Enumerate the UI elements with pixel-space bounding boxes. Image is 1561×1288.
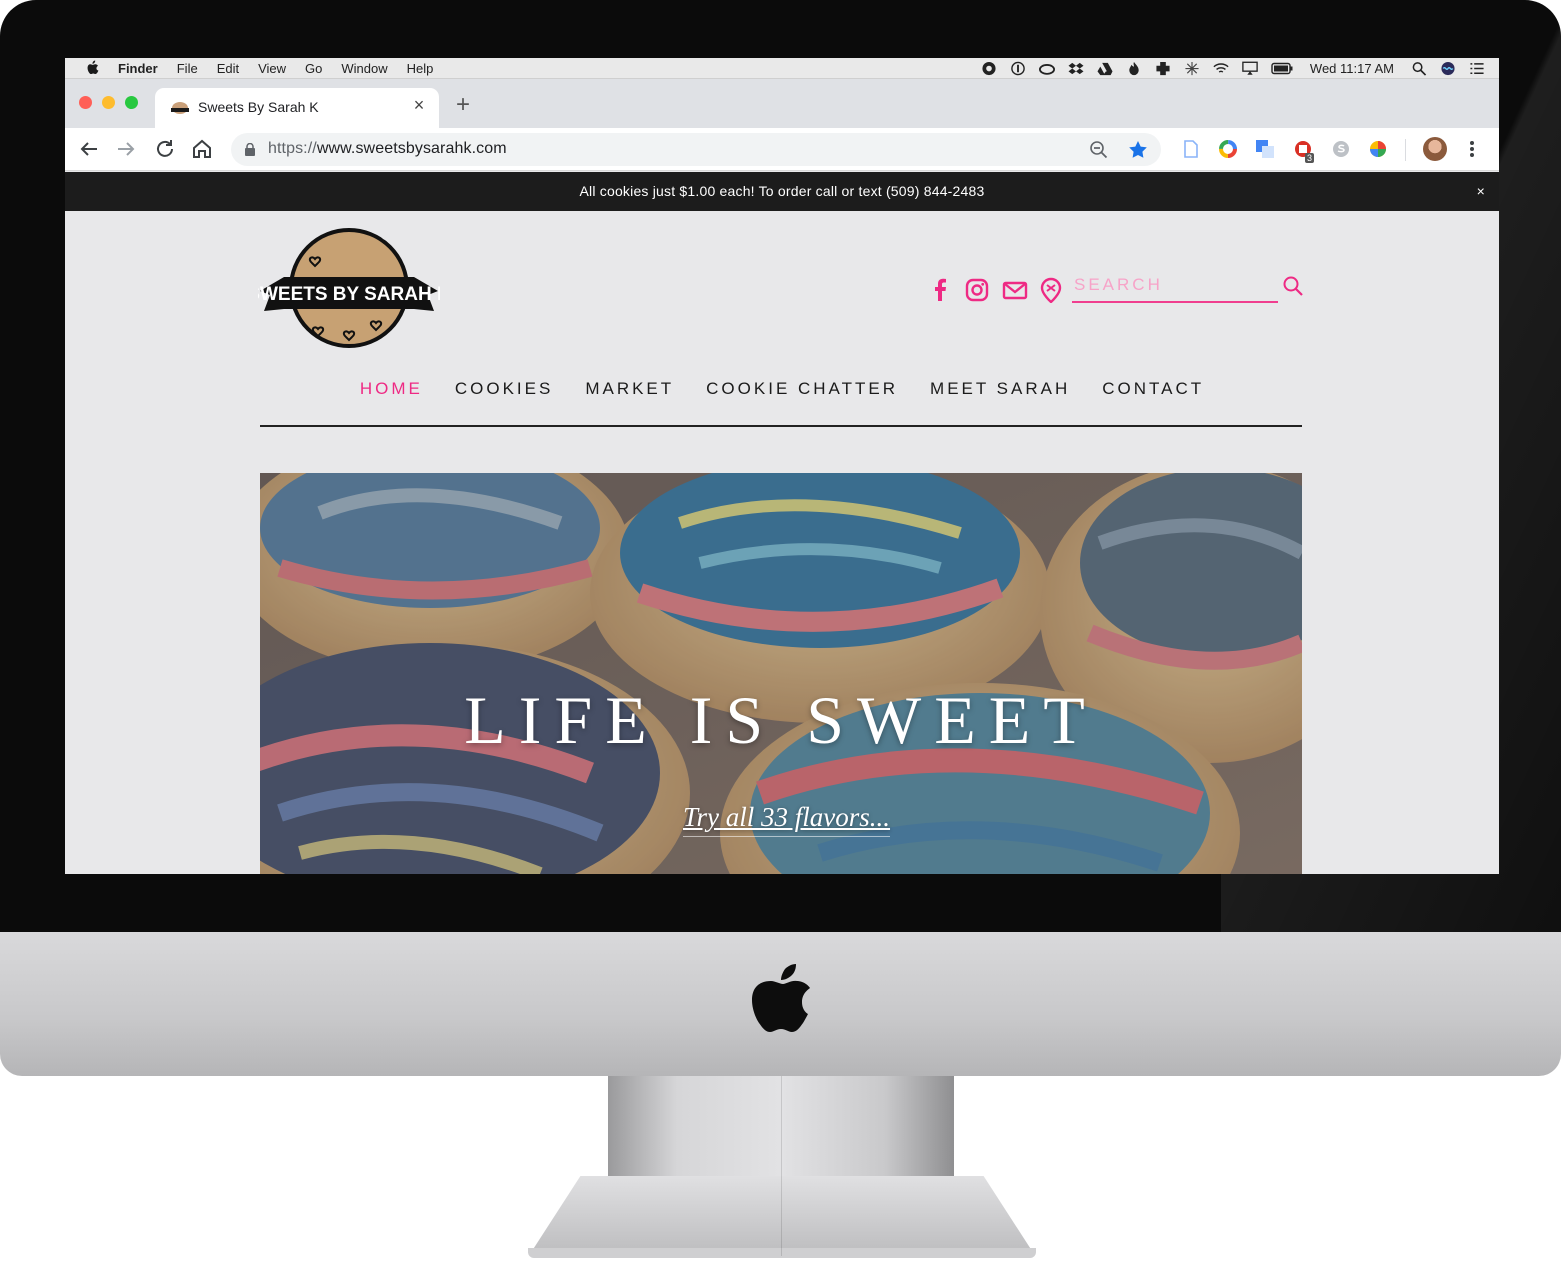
tab-title: Sweets By Sarah K [198, 99, 319, 115]
translate-extension-icon[interactable] [1255, 139, 1275, 159]
hero-title: LIFE IS SWEET [464, 682, 1098, 758]
browser-toolbar: https://www.sweetsbysarahk.com 3 [65, 128, 1499, 171]
wifi-icon[interactable] [1213, 61, 1229, 76]
logo-text: SWEETS BY SARAH K [258, 284, 440, 305]
battery-icon[interactable] [1271, 61, 1293, 76]
main-navigation: HOME COOKIES MARKET COOKIE CHATTER MEET … [65, 379, 1499, 403]
siri-icon[interactable] [1440, 61, 1456, 76]
mail-icon[interactable] [1002, 277, 1028, 303]
imac-stand-base [530, 1176, 1034, 1254]
cookie-favicon-icon [171, 102, 189, 114]
location-icon[interactable] [1038, 277, 1064, 303]
announcement-text: All cookies just $1.00 each! To order ca… [579, 183, 985, 199]
nav-cookie-chatter[interactable]: COOKIE CHATTER [706, 379, 898, 403]
facebook-icon[interactable] [927, 277, 953, 303]
url-host: www.sweetsbysarahk.com [316, 140, 507, 157]
star-icon[interactable] [1128, 140, 1148, 160]
window-close-button[interactable] [79, 96, 92, 109]
airplay-icon[interactable] [1242, 61, 1258, 76]
apple-logo-icon [752, 964, 810, 1032]
zoom-icon[interactable] [1089, 140, 1109, 160]
color-wheel-extension-icon[interactable] [1218, 139, 1238, 159]
new-tab-button[interactable]: + [451, 91, 475, 119]
instagram-icon[interactable] [964, 277, 990, 303]
reload-icon[interactable] [153, 137, 177, 161]
imac-stand-seam [781, 1076, 782, 1256]
menu-go[interactable]: Go [305, 61, 322, 76]
website: SWEETS BY SARAH K HOME COOKIES MARKET CO… [65, 211, 1499, 874]
skype-extension-icon[interactable] [1331, 139, 1351, 159]
nav-home[interactable]: HOME [360, 379, 423, 403]
menu-kebab-icon[interactable] [1464, 137, 1480, 161]
creative-cloud-icon[interactable] [1038, 61, 1055, 76]
imac-stand-foot [528, 1248, 1036, 1258]
url-text[interactable]: https://www.sweetsbysarahk.com [268, 140, 507, 158]
extension-badge: 3 [1305, 153, 1315, 163]
forward-arrow-icon[interactable] [114, 137, 138, 161]
nav-contact[interactable]: CONTACT [1102, 379, 1204, 403]
announcement-close-button[interactable]: × [1477, 172, 1485, 211]
back-arrow-icon[interactable] [77, 137, 101, 161]
hero-banner: LIFE IS SWEET Try all 33 flavors... [260, 473, 1302, 874]
address-bar[interactable]: https://www.sweetsbysarahk.com [231, 133, 1161, 166]
menu-bar-clock[interactable]: Wed 11:17 AM [1310, 61, 1394, 76]
tab-sweets-by-sarah-k[interactable]: Sweets By Sarah K × [155, 88, 439, 128]
menu-view[interactable]: View [258, 61, 286, 76]
menu-edit[interactable]: Edit [217, 61, 239, 76]
mac-menu-bar: Finder File Edit View Go Window Help Wed… [65, 58, 1499, 79]
nav-divider [260, 425, 1302, 427]
toolbar-divider [1405, 139, 1406, 161]
menu-file[interactable]: File [177, 61, 198, 76]
nav-market[interactable]: MARKET [585, 379, 674, 403]
screen: Finder File Edit View Go Window Help Wed… [65, 58, 1499, 874]
nav-cookies[interactable]: COOKIES [455, 379, 553, 403]
nav-meet-sarah[interactable]: MEET SARAH [930, 379, 1070, 403]
google-drive-icon[interactable] [1097, 61, 1113, 76]
color-picker-extension-icon[interactable] [1368, 139, 1388, 159]
imac-frame: Finder File Edit View Go Window Help Wed… [0, 0, 1561, 1288]
plus-tray-icon[interactable] [1155, 61, 1171, 76]
spotlight-search-icon[interactable] [1411, 61, 1427, 76]
docs-extension-icon[interactable] [1181, 139, 1201, 159]
home-icon[interactable] [190, 137, 214, 161]
network-tray-icon[interactable] [1184, 61, 1200, 76]
info-tray-icon[interactable] [1010, 61, 1026, 76]
apple-menu-icon[interactable] [84, 60, 100, 76]
window-minimize-button[interactable] [102, 96, 115, 109]
menu-app-name[interactable]: Finder [118, 61, 158, 76]
menu-bar-tray: Wed 11:17 AM [981, 58, 1485, 79]
flame-icon[interactable] [1126, 61, 1142, 76]
url-scheme: https:// [268, 140, 317, 157]
tab-close-button[interactable]: × [409, 95, 429, 119]
announcement-bar: All cookies just $1.00 each! To order ca… [65, 172, 1499, 211]
dropbox-icon[interactable] [1068, 61, 1084, 76]
menu-help[interactable]: Help [407, 61, 434, 76]
menu-window[interactable]: Window [341, 61, 387, 76]
browser-tab-strip: Sweets By Sarah K × + [65, 79, 1499, 128]
status-tray-icon[interactable] [981, 61, 997, 76]
search-icon[interactable] [1282, 275, 1304, 297]
notification-center-icon[interactable] [1469, 61, 1485, 76]
profile-avatar[interactable] [1423, 137, 1447, 161]
search-input[interactable] [1072, 269, 1278, 303]
lock-icon[interactable] [245, 143, 255, 156]
sweets-by-sarah-k-logo[interactable]: SWEETS BY SARAH K [258, 225, 440, 351]
try-flavors-link[interactable]: Try all 33 flavors... [683, 802, 891, 837]
window-zoom-button[interactable] [125, 96, 138, 109]
